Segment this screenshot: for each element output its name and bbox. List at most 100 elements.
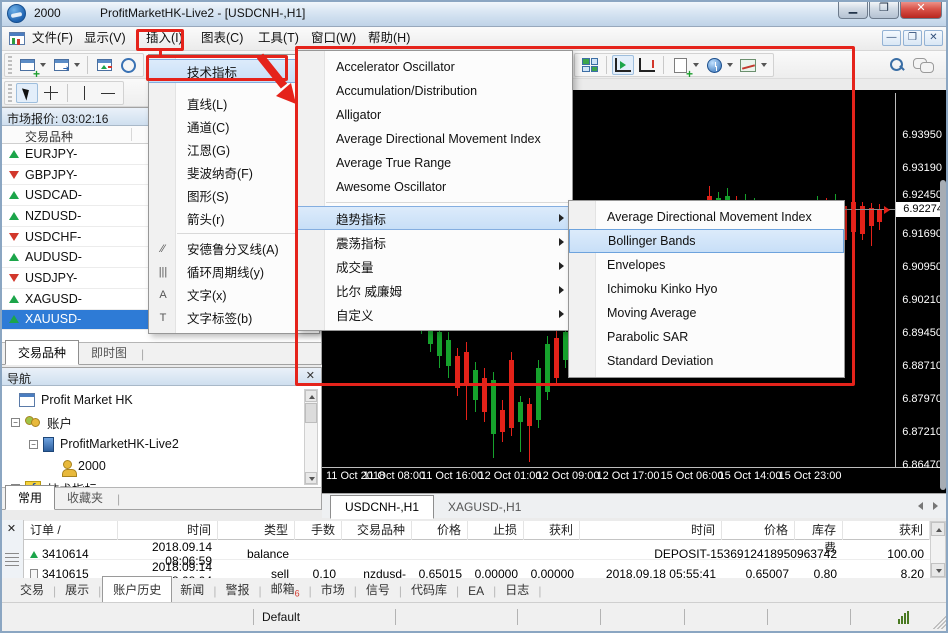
profile-label[interactable]: Default [262,610,300,624]
auto-scroll-icon[interactable] [612,55,634,75]
menu-help[interactable]: 帮助(H) [364,27,414,50]
horizontal-line-icon[interactable] [97,83,119,103]
menu-item-custom[interactable]: 自定义 [298,302,572,326]
toolbar-grip[interactable] [8,84,12,102]
menu-item-average-true-range[interactable]: Average True Range [298,151,572,175]
time-axis[interactable]: 11 Oct 2018 11 Oct 08:00 11 Oct 16:00 12… [322,470,895,486]
col-lots[interactable]: 手数 [295,521,342,540]
tree-item-account[interactable]: 2000 [1,455,321,477]
menu-charts[interactable]: 图表(C) [197,27,247,50]
chevron-down-icon[interactable] [74,63,80,67]
crosshair-icon[interactable] [40,83,62,103]
tab-experts[interactable]: EA [460,580,492,602]
menu-item-accelerator-oscillator[interactable]: Accelerator Oscillator [298,55,572,79]
collapse-icon[interactable]: − [11,418,20,427]
scroll-thumb[interactable] [305,403,317,423]
tab-scroll-right-icon[interactable] [933,502,938,510]
menu-item-shapes[interactable]: 图形(S) [149,184,319,207]
menu-item-andrews-pitchfork[interactable]: ⁄⁄安德鲁分叉线(A) [149,237,319,260]
terminal-scrollbar[interactable] [930,521,946,578]
menu-item-envelopes[interactable]: Envelopes [569,253,844,277]
tab-common[interactable]: 常用 [5,485,55,510]
scroll-down-icon[interactable] [305,472,317,484]
col-close-price[interactable]: 价格 [722,521,795,540]
tab-favorites[interactable]: 收藏夹 [55,486,115,509]
menu-item-standard-deviation[interactable]: Standard Deviation [569,349,844,373]
menu-item-arrows[interactable]: 箭头(r) [149,207,319,230]
search-icon[interactable] [886,55,908,75]
menu-insert[interactable]: 插入(I) [142,27,187,50]
mdi-minimize-button[interactable]: — [882,30,901,46]
minimize-button[interactable]: ▁ [838,0,868,19]
market-watch-icon[interactable] [93,55,115,75]
menu-window[interactable]: 窗口(W) [307,27,360,50]
tree-item-server[interactable]: −ProfitMarketHK-Live2 [1,433,321,455]
close-button[interactable]: ✕ [900,0,942,19]
col-swap[interactable]: 库存费 [795,521,843,540]
tab-account-history[interactable]: 账户历史 [102,576,172,603]
terminal-grip-icon[interactable] [5,553,19,569]
menu-item-moving-average[interactable]: Moving Average [569,301,844,325]
chevron-down-icon[interactable] [727,63,733,67]
menu-item-accumulation-distribution[interactable]: Accumulation/Distribution [298,79,572,103]
menu-item-admi[interactable]: Average Directional Movement Index [298,127,572,151]
toolbar-grip[interactable] [8,56,12,74]
tab-scroll-left-icon[interactable] [918,502,923,510]
col-tp[interactable]: 获利 [524,521,580,540]
col-symbol[interactable]: 交易品种 [342,521,412,540]
collapse-icon[interactable]: − [29,440,38,449]
chart-scrollbar[interactable] [940,180,946,490]
table-row[interactable]: 3410614 2018.09.14 08:06:59 balance DEPO… [24,540,930,560]
menu-file[interactable]: 文件(F) [28,27,77,50]
col-close-time[interactable]: 时间 [580,521,722,540]
templates-icon[interactable] [737,55,759,75]
col-order[interactable]: 订单 / [24,521,118,540]
table-header-row[interactable]: 订单 / 时间 类型 手数 交易品种 价格 止损 获利 时间 价格 库存费 获利 [24,521,930,540]
menu-item-lines[interactable]: 直线(L) [149,92,319,115]
chevron-down-icon[interactable] [761,63,767,67]
mdi-close-button[interactable]: ✕ [924,30,943,46]
price-scale[interactable]: 6.93950 6.93190 6.92450 6.91690 6.90950 … [896,93,944,467]
scroll-up-icon[interactable] [305,390,317,402]
menu-tools[interactable]: 工具(T) [254,27,303,50]
mdi-restore-button[interactable]: ❐ [903,30,922,46]
chart-tab-usdcnh[interactable]: USDCNH-,H1 [330,495,434,519]
col-price[interactable]: 价格 [412,521,468,540]
men u-item-trend[interactable]: 趋势指标 [298,206,572,230]
menu-item-parabolic-sar[interactable]: Parabolic SAR [569,325,844,349]
chart-tab-xagusd[interactable]: XAGUSD-,H1 [434,496,535,518]
menu-item-text[interactable]: A文字(x) [149,283,319,306]
menu-item-text-label[interactable]: T文字标签(b) [149,306,319,329]
close-icon[interactable]: ✕ [306,369,315,382]
tab-alerts[interactable]: 警报 [217,577,257,602]
profiles-icon[interactable] [50,55,72,75]
tab-journal[interactable]: 日志 [497,577,537,602]
tile-windows-icon[interactable] [579,55,601,75]
tab-tick-chart[interactable]: 即时图 [79,341,139,364]
menu-item-oscillators[interactable]: 震荡指标 [298,230,572,254]
menu-item-gann[interactable]: 江恩(G) [149,138,319,161]
menu-item-indicators[interactable]: 技术指标 [149,59,319,83]
tab-exposure[interactable]: 展示 [57,577,97,602]
tab-symbols[interactable]: 交易品种 [5,340,79,365]
menu-item-bollinger-bands[interactable]: Bollinger Bands [569,229,844,253]
tab-code-base[interactable]: 代码库 [403,577,455,602]
menu-item-ichimoku[interactable]: Ichimoku Kinko Hyo [569,277,844,301]
cursor-icon[interactable] [16,83,38,103]
tab-trade[interactable]: 交易 [12,577,52,602]
menu-item-cycle-lines[interactable]: |||循环周期线(y) [149,260,319,283]
chat-icon[interactable] [910,55,936,75]
chart-shift-icon[interactable] [636,55,658,75]
tree-item-accounts[interactable]: −账户 [1,411,321,433]
menu-item-alligator[interactable]: Alligator [298,103,572,127]
menu-item-admi[interactable]: Average Directional Movement Index [569,205,844,229]
col-profit[interactable]: 获利 [843,521,930,540]
restore-button[interactable]: ❐ [869,0,899,19]
vertical-line-icon[interactable] [73,83,95,103]
chevron-down-icon[interactable] [40,63,46,67]
menu-item-fibonacci[interactable]: 斐波纳奇(F) [149,161,319,184]
tree-item-root[interactable]: Profit Market HK [1,389,321,411]
scroll-up-icon[interactable] [931,522,945,536]
col-sl[interactable]: 止损 [468,521,524,540]
menu-item-awesome-oscillator[interactable]: Awesome Oscillator [298,175,572,199]
